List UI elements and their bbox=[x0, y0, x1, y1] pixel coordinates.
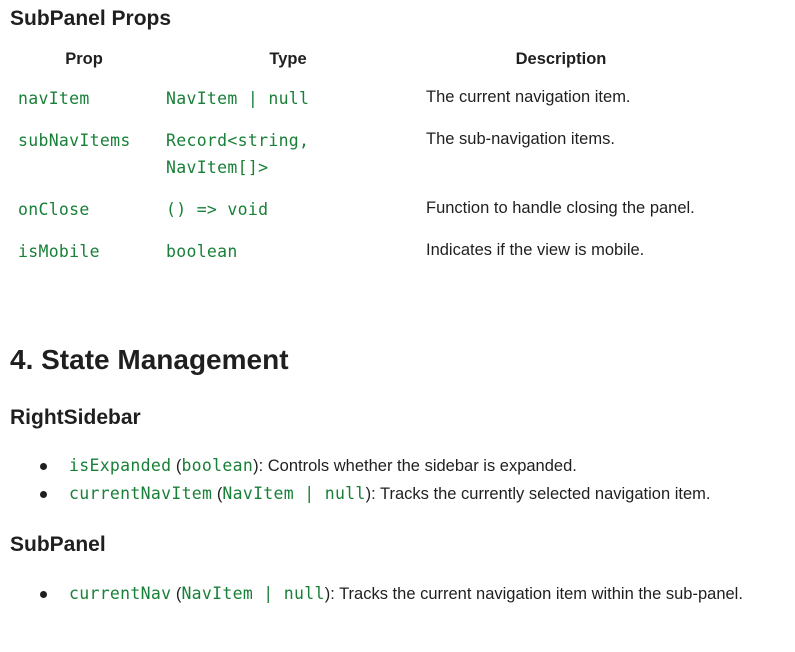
prop-type: boolean bbox=[158, 238, 418, 265]
state-name: currentNavItem bbox=[69, 484, 213, 503]
prop-type-line: NavItem[]> bbox=[166, 158, 269, 177]
paren-open: ( bbox=[171, 457, 182, 475]
list-item: currentNav (NavItem | null): Tracks the … bbox=[40, 581, 760, 607]
subpanel-heading: SubPanel bbox=[10, 533, 106, 556]
paren-open: ( bbox=[212, 485, 223, 503]
list-item: isExpanded (boolean): Controls whether t… bbox=[40, 453, 710, 479]
rightsidebar-heading: RightSidebar bbox=[10, 406, 141, 429]
header-type: Type bbox=[269, 50, 307, 68]
prop-name: subNavItems bbox=[18, 131, 131, 150]
prop-type: () => void bbox=[158, 196, 418, 238]
rightsidebar-state-list: isExpanded (boolean): Controls whether t… bbox=[40, 453, 710, 509]
prop-description: The current navigation item. bbox=[426, 88, 631, 106]
state-description: ): Tracks the currently selected navigat… bbox=[365, 485, 711, 503]
prop-type-line: Record<string, bbox=[166, 131, 310, 150]
table-row: onClose () => void Function to handle cl… bbox=[10, 196, 704, 238]
subpanel-state-list: currentNav (NavItem | null): Tracks the … bbox=[40, 581, 760, 609]
state-name: isExpanded bbox=[69, 456, 172, 475]
state-description: ): Controls whether the sidebar is expan… bbox=[253, 457, 577, 475]
table-row: isMobile boolean Indicates if the view i… bbox=[10, 238, 704, 265]
list-item: currentNavItem (NavItem | null): Tracks … bbox=[40, 481, 710, 507]
state-description: ): Tracks the current navigation item wi… bbox=[324, 585, 743, 603]
subpanel-props-table: Prop Type Description navItem NavItem | … bbox=[10, 40, 704, 265]
prop-type: NavItem | null bbox=[158, 81, 418, 127]
paren-open: ( bbox=[171, 585, 182, 603]
prop-description: Indicates if the view is mobile. bbox=[426, 241, 645, 259]
state-type: NavItem | null bbox=[181, 584, 325, 603]
prop-description: Function to handle closing the panel. bbox=[426, 199, 695, 217]
prop-description: The sub-navigation items. bbox=[426, 130, 615, 148]
state-name: currentNav bbox=[69, 584, 172, 603]
state-management-heading: 4. State Management bbox=[10, 344, 289, 375]
table-row: navItem NavItem | null The current navig… bbox=[10, 81, 704, 127]
prop-type-line: boolean bbox=[166, 242, 238, 261]
table-header-row: Prop Type Description bbox=[10, 40, 704, 81]
prop-type-line: NavItem | null bbox=[166, 89, 310, 108]
prop-name: isMobile bbox=[18, 242, 100, 261]
prop-type-line: () => void bbox=[166, 200, 269, 219]
table-row: subNavItems Record<string, NavItem[]> The… bbox=[10, 127, 704, 196]
header-prop: Prop bbox=[65, 50, 103, 68]
prop-name: onClose bbox=[18, 200, 90, 219]
state-type: NavItem | null bbox=[222, 484, 366, 503]
prop-type: Record<string, NavItem[]> bbox=[158, 127, 418, 196]
header-description: Description bbox=[515, 50, 607, 68]
state-type: boolean bbox=[181, 456, 254, 475]
prop-name: navItem bbox=[18, 89, 90, 108]
subpanel-props-heading: SubPanel Props bbox=[10, 7, 172, 30]
